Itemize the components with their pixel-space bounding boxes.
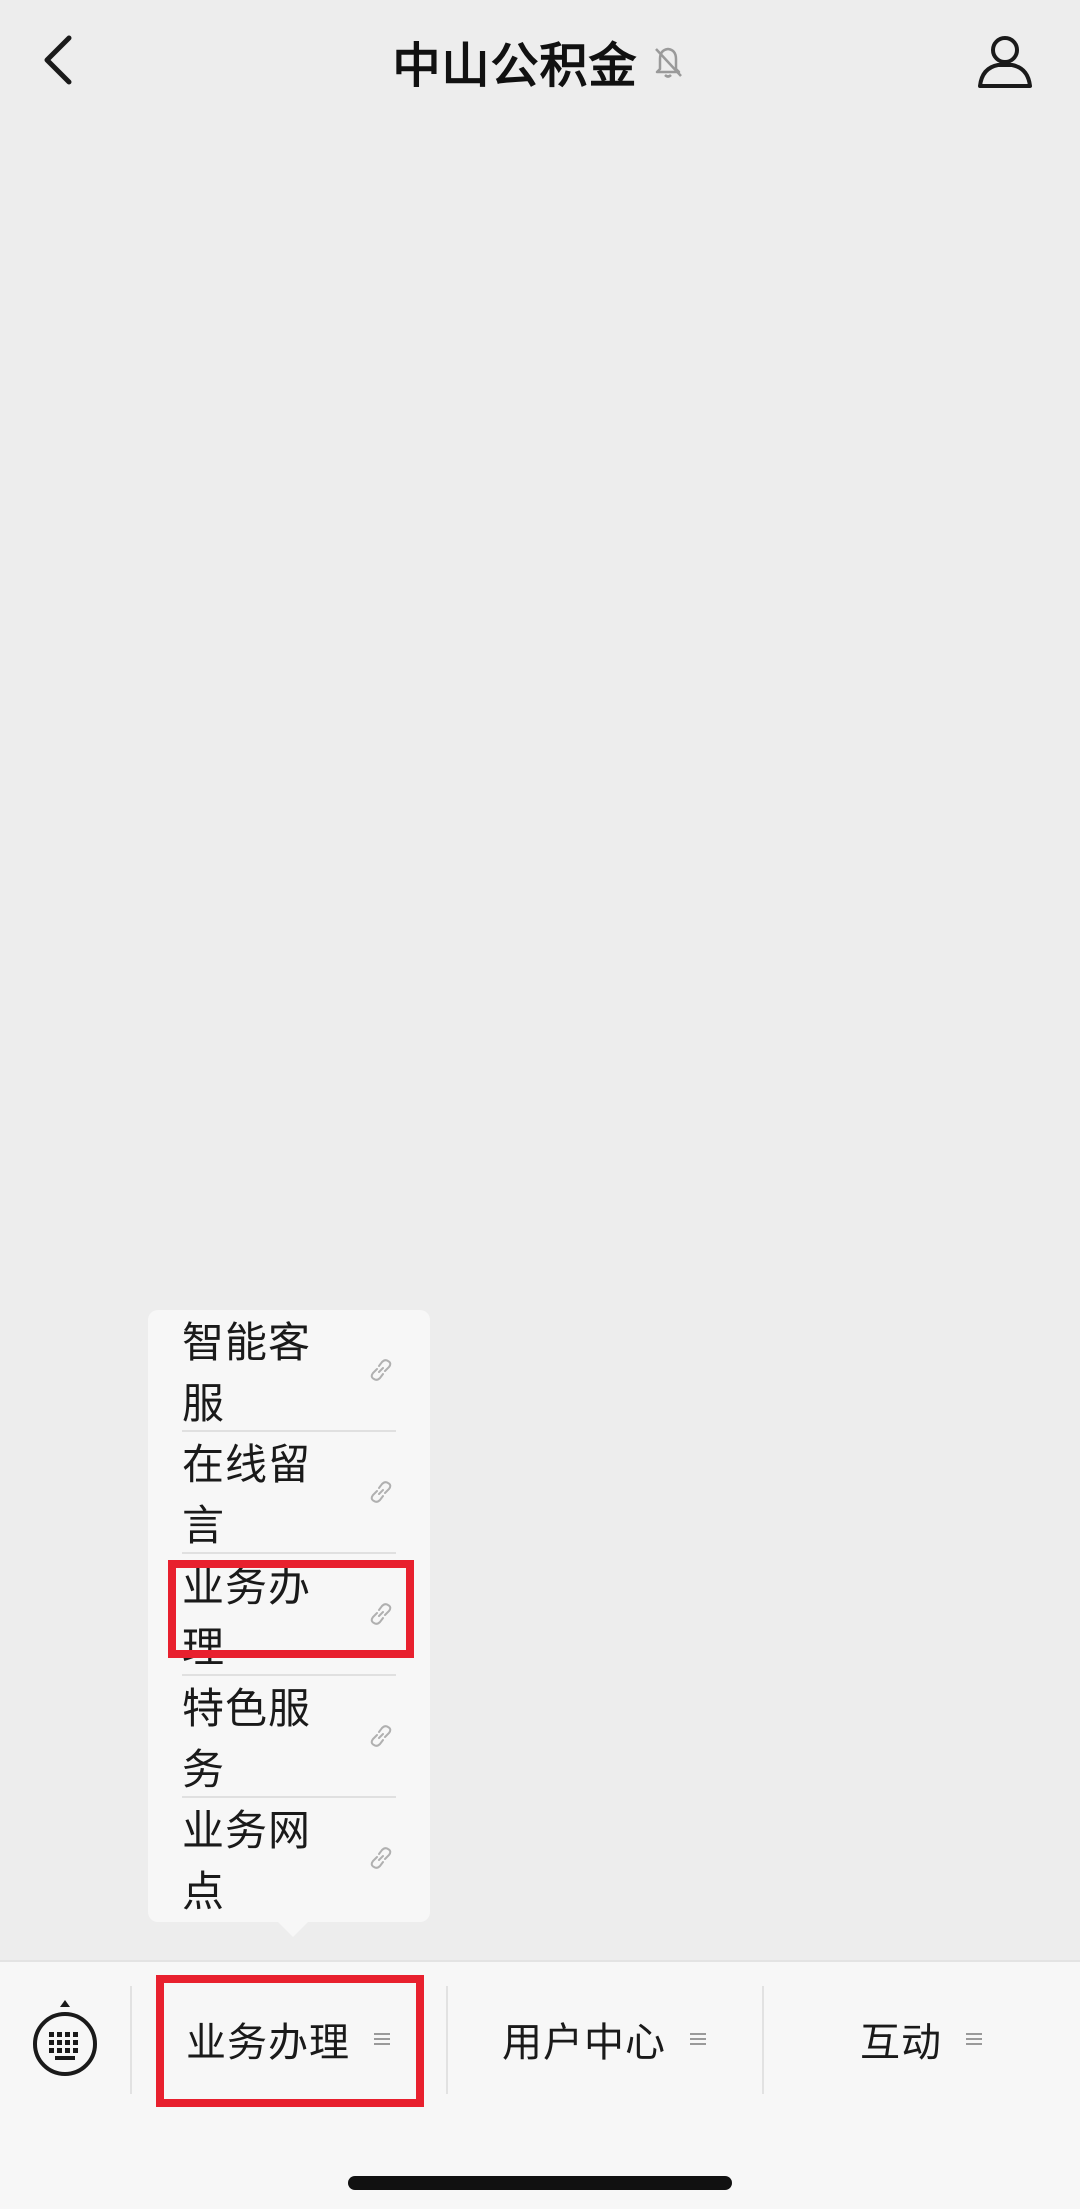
link-icon bbox=[366, 1355, 396, 1385]
highlight-box-menu-tab bbox=[156, 1975, 424, 2107]
menu-lines-icon bbox=[964, 2029, 984, 2049]
menu-tab-user-center[interactable]: 用户中心 bbox=[448, 1972, 762, 2106]
link-icon bbox=[366, 1721, 396, 1751]
link-icon bbox=[366, 1477, 396, 1507]
person-icon bbox=[978, 36, 1032, 88]
menu-tab-label: 用户中心 bbox=[502, 2020, 666, 2066]
menu-tab-label: 互动 bbox=[860, 2020, 942, 2066]
submenu-item-service-outlets[interactable]: 业务网点 bbox=[182, 1798, 396, 1918]
page-title: 中山公积金 bbox=[392, 38, 638, 94]
link-icon bbox=[366, 1843, 396, 1873]
profile-button[interactable] bbox=[972, 28, 1038, 94]
submenu-item-label: 特色服务 bbox=[182, 1684, 312, 1794]
menu-tab-interaction[interactable]: 互动 bbox=[764, 1972, 1080, 2106]
keyboard-toggle-icon bbox=[33, 2000, 97, 2076]
keyboard-toggle-button[interactable] bbox=[30, 1996, 100, 2086]
title-container: 中山公积金 bbox=[0, 0, 1080, 122]
submenu-item-label: 业务网点 bbox=[182, 1806, 312, 1916]
bell-muted-icon bbox=[648, 41, 688, 81]
submenu-item-smart-service[interactable]: 智能客服 bbox=[182, 1310, 396, 1430]
menu-lines-icon bbox=[688, 2029, 708, 2049]
nav-bar: 中山公积金 bbox=[0, 0, 1080, 122]
home-indicator bbox=[348, 2176, 732, 2190]
highlight-box-submenu-item bbox=[168, 1560, 414, 1658]
submenu-item-featured-services[interactable]: 特色服务 bbox=[182, 1676, 396, 1796]
submenu-item-online-message[interactable]: 在线留言 bbox=[182, 1432, 396, 1552]
submenu-item-label: 在线留言 bbox=[182, 1440, 312, 1550]
submenu-item-label: 智能客服 bbox=[182, 1318, 312, 1428]
